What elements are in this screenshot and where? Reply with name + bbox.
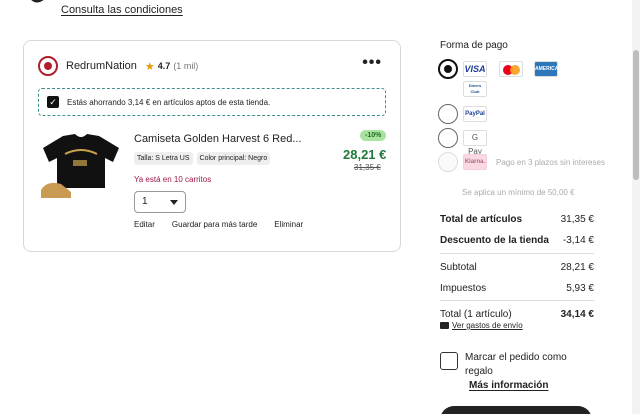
- checkout-sidebar: Forma de pago VISA AMERICAN EXPRESS Dine…: [438, 0, 605, 414]
- shop-reviews-count: (1 mil): [173, 61, 199, 71]
- diners-icon: Diners Club: [463, 81, 487, 97]
- shipping-costs-link[interactable]: Ver gastos de envío: [440, 321, 523, 330]
- summary-divider: [440, 253, 594, 254]
- quantity-value: 1: [142, 196, 148, 207]
- star-icon: ★: [144, 60, 155, 73]
- gift-label[interactable]: Marcar el pedido como regalo: [465, 351, 590, 379]
- shop-logo-icon[interactable]: [38, 56, 58, 76]
- item-actions: Editar Guardar para más tarde Eliminar: [134, 220, 320, 229]
- product-price: 28,21 €: [343, 147, 387, 162]
- items-total-label: Total de artículos: [440, 214, 523, 225]
- more-info-link[interactable]: Más información: [469, 380, 548, 391]
- in-carts-notice: Ya está en 10 carritos: [134, 175, 212, 184]
- visa-icon: VISA: [463, 61, 487, 77]
- more-options-icon[interactable]: •••: [362, 55, 382, 71]
- taxes-row: Impuestos 5,93 €: [440, 283, 594, 294]
- payment-radio-klarna: [438, 152, 458, 172]
- payment-radio-paypal[interactable]: [438, 104, 458, 124]
- payment-title: Forma de pago: [440, 40, 508, 51]
- checkbox-checked-icon[interactable]: ✓: [47, 96, 59, 108]
- items-total-value: 31,35 €: [560, 214, 594, 225]
- cart-shop-card: RedrumNation ★ 4.7 (1 mil) ••• ✓ Estás a…: [23, 40, 401, 252]
- summary-divider: [440, 300, 594, 301]
- scrollbar-thumb[interactable]: [633, 50, 639, 180]
- original-price: 31,35 €: [354, 163, 381, 172]
- size-chip: Talla: S Letra US: [134, 152, 193, 165]
- gift-checkbox[interactable]: [440, 352, 458, 370]
- paypal-icon: PayPal: [463, 106, 487, 122]
- taxes-label: Impuestos: [440, 283, 487, 294]
- shop-header: RedrumNation ★ 4.7 (1 mil): [38, 55, 198, 77]
- klarna-icon: Klarna.: [463, 154, 487, 170]
- quantity-select[interactable]: 1: [134, 191, 186, 213]
- chevron-down-icon: [170, 200, 178, 205]
- remove-button[interactable]: Eliminar: [274, 220, 303, 229]
- subtotal-row: Subtotal 28,21 €: [440, 262, 594, 273]
- payment-radio-card[interactable]: [438, 59, 458, 79]
- klarna-minimum-note: Se aplica un mínimo de 50,00 €: [462, 188, 575, 197]
- shop-rating: 4.7: [157, 61, 171, 71]
- subtotal-label: Subtotal: [440, 262, 477, 273]
- shop-discount-label: Descuento de la tienda: [440, 235, 549, 246]
- save-for-later-button[interactable]: Guardar para más tarde: [172, 220, 257, 229]
- color-chip: Color principal: Negro: [196, 152, 271, 165]
- truck-icon: [440, 322, 449, 329]
- payment-radio-gpay[interactable]: [438, 128, 458, 148]
- variant-chips: Talla: S Letra US Color principal: Negro: [134, 152, 271, 165]
- mastercard-icon: [499, 61, 523, 77]
- diners-label: Diners Club: [468, 83, 482, 94]
- klarna-description: Pago en 3 plazos sin intereses: [496, 158, 605, 167]
- product-title[interactable]: Camiseta Golden Harvest 6 Red...: [134, 133, 314, 145]
- items-total-row: Total de artículos 31,35 €: [440, 214, 594, 225]
- product-image[interactable]: [41, 132, 121, 200]
- order-total-label: Total (1 artículo): [440, 309, 512, 320]
- shop-name[interactable]: RedrumNation: [66, 60, 137, 72]
- subtotal-value: 28,21 €: [560, 262, 594, 273]
- brand-logo-icon: [31, 0, 44, 3]
- amex-icon: AMERICAN EXPRESS: [534, 61, 562, 86]
- discount-badge: -10%: [360, 130, 387, 141]
- checkout-button[interactable]: [440, 406, 592, 414]
- shop-discount-value: -3,14 €: [562, 235, 594, 246]
- shop-discount-row: Descuento de la tienda -3,14 €: [440, 235, 594, 246]
- terms-link[interactable]: Consulta las condiciones: [61, 4, 183, 16]
- scrollbar[interactable]: [632, 0, 640, 414]
- savings-banner: ✓ Estás ahorrando 3,14 € en artículos ap…: [38, 88, 386, 116]
- order-total-row: Total (1 artículo) 34,14 €: [440, 309, 594, 320]
- edit-button[interactable]: Editar: [134, 220, 155, 229]
- shipping-link-text[interactable]: Ver gastos de envío: [452, 321, 523, 330]
- amex-label: AMERICAN EXPRESS: [535, 66, 562, 86]
- google-pay-icon: G Pay: [463, 130, 487, 156]
- savings-text: Estás ahorrando 3,14 € en artículos apto…: [67, 97, 271, 107]
- taxes-value: 5,93 €: [566, 283, 594, 294]
- order-total-value: 34,14 €: [560, 309, 594, 320]
